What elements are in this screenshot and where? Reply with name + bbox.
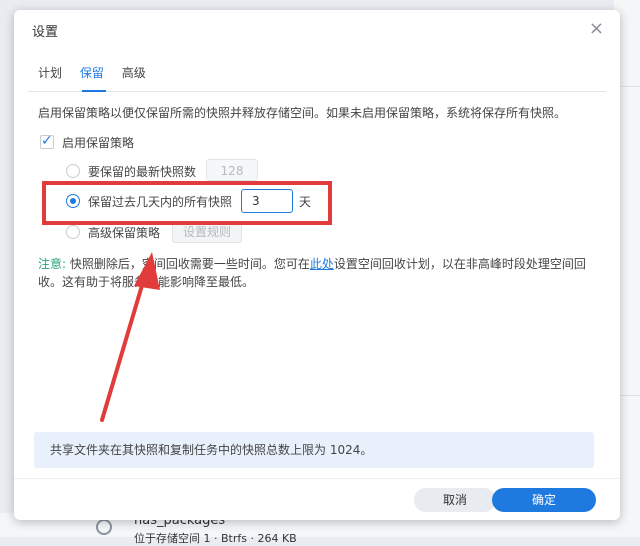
note-text-before: 快照删除后，空间回收需要一些时间。您可在 bbox=[66, 257, 310, 271]
note-link[interactable]: 此处 bbox=[310, 257, 334, 271]
latest-snapshots-label: 要保留的最新快照数 bbox=[88, 165, 197, 179]
advanced-policy-label: 高级保留策略 bbox=[88, 226, 161, 240]
active-tab-indicator bbox=[82, 90, 106, 92]
enable-policy-label: 启用保留策略 bbox=[62, 136, 135, 150]
snapshot-limit-info: 共享文件夹在其快照和复制任务中的快照总数上限为 1024。 bbox=[34, 432, 594, 468]
history-icon bbox=[96, 519, 112, 535]
note-label: 注意: bbox=[38, 257, 67, 271]
tab-divider bbox=[28, 91, 606, 92]
annotation-highlight-box bbox=[42, 181, 332, 225]
tab-retention[interactable]: 保留 bbox=[80, 64, 104, 86]
footer-divider bbox=[14, 478, 620, 479]
tab-schedule[interactable]: 计划 bbox=[38, 64, 62, 86]
enable-policy-checkbox[interactable]: ✓ bbox=[40, 133, 54, 149]
latest-snapshots-input[interactable]: 128 bbox=[206, 159, 258, 181]
background-volume-text: 位于存储空间 1 · Btrfs · 264 KB bbox=[134, 532, 297, 545]
tab-bar: 计划 保留 高级 bbox=[38, 64, 160, 88]
tab-advanced[interactable]: 高级 bbox=[122, 64, 146, 86]
settings-dialog: 设置 × 计划 保留 高级 启用保留策略以便仅保留所需的快照并释放存储空间。如果… bbox=[14, 10, 620, 520]
latest-snapshots-radio[interactable] bbox=[66, 164, 80, 178]
cancel-button[interactable]: 取消 bbox=[414, 488, 496, 512]
close-icon[interactable]: × bbox=[589, 18, 604, 39]
ok-button[interactable]: 确定 bbox=[492, 488, 596, 512]
retention-description: 启用保留策略以便仅保留所需的快照并释放存储空间。如果未启用保留策略，系统将保存所… bbox=[38, 106, 567, 120]
note-text: 注意: 快照删除后，空间回收需要一些时间。您可在此处设置空间回收计划，以在非高峰… bbox=[38, 255, 598, 291]
advanced-policy-radio[interactable] bbox=[66, 225, 80, 239]
dialog-title: 设置 bbox=[32, 25, 59, 40]
check-icon: ✓ bbox=[41, 133, 53, 149]
